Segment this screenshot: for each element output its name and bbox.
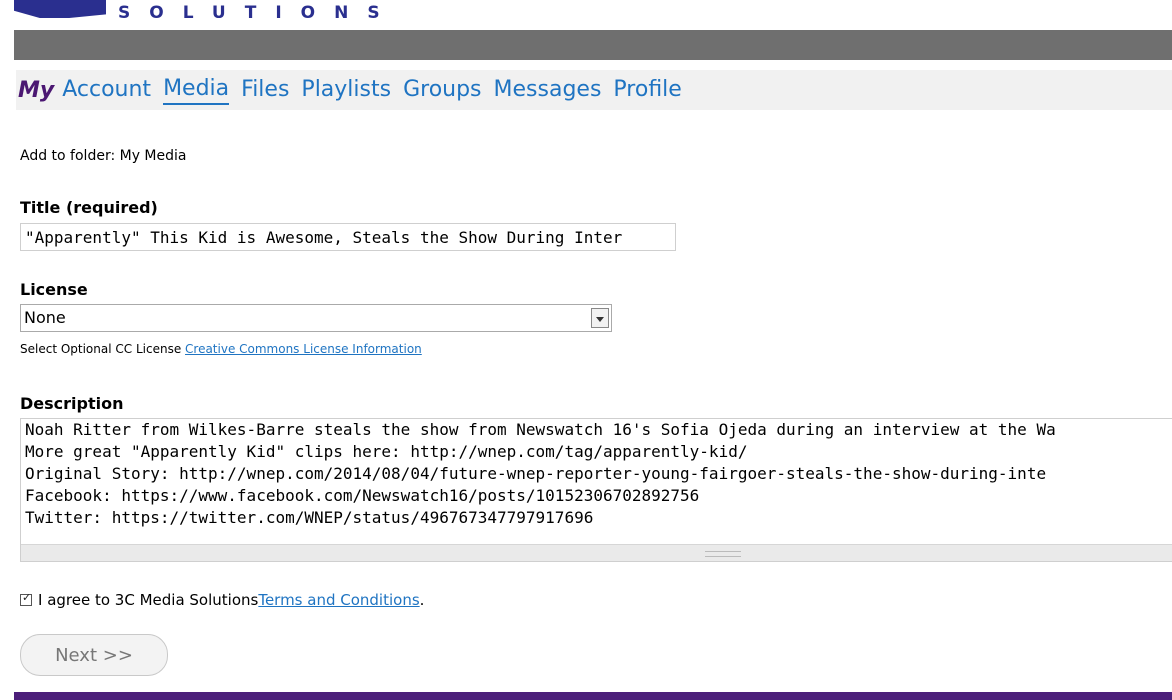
license-select[interactable]: None — [20, 304, 612, 332]
license-help-text: Select Optional CC License — [20, 342, 186, 356]
folder-label: Add to folder: My Media — [20, 148, 187, 164]
chevron-down-icon[interactable] — [591, 308, 609, 328]
license-help: Select Optional CC License Creative Comm… — [20, 342, 422, 356]
nav-item-groups[interactable]: Groups — [403, 77, 481, 104]
description-line: Noah Ritter from Wilkes-Barre steals the… — [25, 420, 1056, 439]
title-input[interactable]: "Apparently" This Kid is Awesome, Steals… — [20, 223, 676, 251]
nav-item-media[interactable]: Media — [163, 76, 230, 105]
top-bar — [14, 30, 1172, 60]
main-nav: My Account Media Files Playlists Groups … — [16, 70, 1172, 110]
agree-text: I agree to 3C Media Solutions — [38, 591, 259, 609]
title-label: Title (required) — [20, 198, 158, 217]
cc-license-link[interactable]: Creative Commons License Information — [185, 342, 422, 356]
footer-bar — [14, 692, 1172, 700]
terms-link[interactable]: Terms and Conditions — [258, 591, 419, 609]
agree-period: . — [419, 591, 425, 609]
license-label: License — [20, 280, 88, 299]
license-select-value: None — [24, 308, 66, 327]
scrollbar-grip-icon[interactable] — [705, 551, 741, 557]
description-line: Original Story: http://wnep.com/2014/08/… — [25, 464, 1047, 483]
nav-item-files[interactable]: Files — [241, 77, 289, 104]
logo-text: SOLUTIONS — [118, 3, 399, 23]
description-line: Facebook: https://www.facebook.com/Newsw… — [25, 486, 700, 505]
description-line: Twitter: https://twitter.com/WNEP/status… — [25, 508, 594, 527]
agree-checkbox[interactable] — [20, 591, 32, 606]
nav-my-label: My — [18, 77, 55, 103]
horizontal-scrollbar[interactable] — [21, 544, 1172, 561]
nav-item-messages[interactable]: Messages — [494, 77, 602, 104]
logo-mark — [14, 0, 106, 18]
description-label: Description — [20, 394, 124, 413]
agree-row: I agree to 3C Media Solutions Terms and … — [20, 591, 424, 609]
nav-item-profile[interactable]: Profile — [613, 77, 681, 104]
description-textarea[interactable]: Noah Ritter from Wilkes-Barre steals the… — [20, 418, 1172, 562]
brand-header: SOLUTIONS — [0, 0, 1172, 30]
description-line: More great "Apparently Kid" clips here: … — [25, 442, 748, 461]
nav-item-playlists[interactable]: Playlists — [301, 77, 391, 104]
next-button[interactable]: Next >> — [20, 634, 168, 676]
nav-item-account[interactable]: Account — [62, 77, 151, 104]
